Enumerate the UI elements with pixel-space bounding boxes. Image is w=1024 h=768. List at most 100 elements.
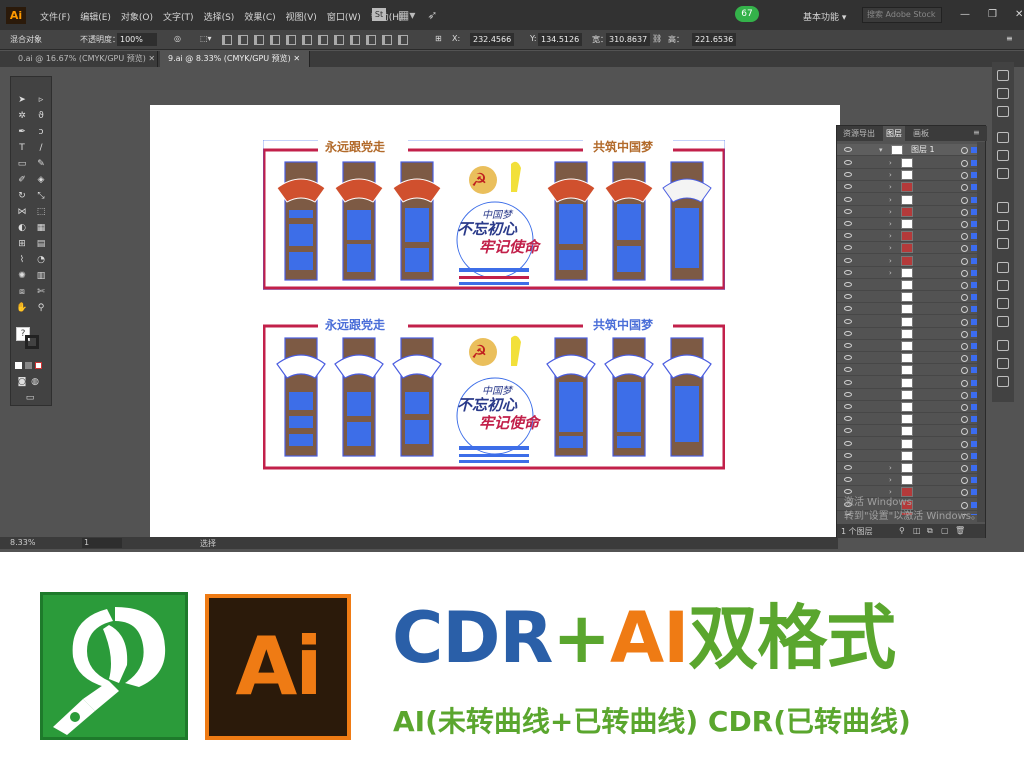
color-mode-icon[interactable] xyxy=(15,362,22,369)
eye-icon[interactable] xyxy=(844,428,852,434)
brushes-panel-icon[interactable] xyxy=(997,150,1009,161)
align-left-icon[interactable] xyxy=(222,35,232,45)
layer-row[interactable] xyxy=(837,352,985,365)
transform-panel-icon[interactable] xyxy=(997,340,1009,351)
rotate-tool-icon[interactable]: ↻ xyxy=(16,191,28,201)
layer-row[interactable] xyxy=(837,340,985,352)
screen-mode-icon[interactable]: ▭ xyxy=(24,393,36,403)
chevron-right-icon[interactable]: › xyxy=(889,206,892,218)
free-transform-tool-icon[interactable]: ⬚ xyxy=(35,207,47,217)
target-icon[interactable] xyxy=(961,306,968,314)
menu-file[interactable]: 文件(F) xyxy=(40,10,70,23)
distribute-bottom-icon[interactable] xyxy=(350,35,360,45)
eye-icon[interactable] xyxy=(844,318,852,324)
target-icon[interactable] xyxy=(961,282,968,289)
chevron-down-icon[interactable]: ▾ xyxy=(879,144,883,156)
h-field[interactable]: 221.6536 xyxy=(692,33,737,46)
layer-row[interactable] xyxy=(837,291,985,304)
magic-wand-tool-icon[interactable]: ✲ xyxy=(16,111,28,121)
lasso-tool-icon[interactable]: ϑ xyxy=(35,111,47,121)
chevron-right-icon[interactable]: › xyxy=(889,169,892,181)
blend-tool-icon[interactable]: ◔ xyxy=(35,255,47,265)
align-vcenter-icon[interactable] xyxy=(286,35,296,45)
layer-row[interactable] xyxy=(837,425,985,438)
eye-icon[interactable] xyxy=(844,489,852,495)
artboard-navigator[interactable]: 1 xyxy=(82,538,122,548)
opacity-field[interactable]: 100% xyxy=(117,33,157,46)
paintbrush-tool-icon[interactable]: ✎ xyxy=(35,159,47,169)
distribute-left-icon[interactable] xyxy=(366,35,376,45)
artboards-panel-icon[interactable] xyxy=(997,316,1009,327)
swatches-panel-icon[interactable] xyxy=(997,132,1009,143)
eye-icon[interactable] xyxy=(844,147,852,152)
layer-row[interactable]: › xyxy=(837,462,985,474)
gradient-tool-icon[interactable]: ▤ xyxy=(35,239,47,249)
eye-icon[interactable] xyxy=(844,221,852,226)
layer-row[interactable]: › xyxy=(837,255,985,267)
gradient-panel-icon[interactable] xyxy=(997,220,1009,231)
chevron-right-icon[interactable]: › xyxy=(889,181,892,193)
align-panel-icon[interactable] xyxy=(997,358,1009,369)
scale-tool-icon[interactable]: ⤡ xyxy=(35,191,47,201)
clipping-mask-icon[interactable]: ◫ xyxy=(913,526,921,535)
target-icon[interactable] xyxy=(961,477,968,485)
align-to-icon[interactable]: ⬚▾ xyxy=(200,34,212,43)
target-icon[interactable] xyxy=(961,196,968,204)
target-icon[interactable] xyxy=(961,233,968,241)
recolor-icon[interactable]: ◎ xyxy=(174,34,181,43)
graphic-styles-icon[interactable] xyxy=(997,280,1009,291)
new-sublayer-icon[interactable]: ⧉ xyxy=(927,526,933,536)
x-field[interactable]: 232.4566 xyxy=(470,33,515,46)
tab-asset-export[interactable]: 资源导出 xyxy=(843,128,875,139)
layer-row[interactable]: › xyxy=(837,181,985,194)
eye-icon[interactable] xyxy=(844,172,852,178)
tab-document-9[interactable]: 9.ai @ 8.33% (CMYK/GPU 预览) ✕ xyxy=(160,51,310,67)
slice-tool-icon[interactable]: ✄ xyxy=(35,287,47,297)
distribute-top-icon[interactable] xyxy=(318,35,328,45)
close-icon[interactable]: ✕ xyxy=(293,54,300,63)
color-panel-icon[interactable] xyxy=(997,70,1009,81)
eye-icon[interactable] xyxy=(844,294,852,300)
target-icon[interactable] xyxy=(961,147,968,154)
link-icon[interactable]: ⛓ xyxy=(652,34,662,43)
hand-tool-icon[interactable]: ✋ xyxy=(16,303,28,313)
eye-icon[interactable] xyxy=(844,391,852,397)
eye-icon[interactable] xyxy=(844,184,852,190)
artwork-row-2[interactable]: ☭ 永远跟党走 共筑中国梦 中国梦 不忘初心 牢记使命 xyxy=(263,318,725,472)
locate-object-icon[interactable]: ⚲ xyxy=(899,526,905,535)
eye-icon[interactable] xyxy=(844,233,852,239)
target-icon[interactable] xyxy=(961,184,968,192)
menu-type[interactable]: 文字(T) xyxy=(163,10,194,23)
layer-row[interactable] xyxy=(837,377,985,389)
target-icon[interactable] xyxy=(961,318,968,326)
align-hcenter-icon[interactable] xyxy=(238,35,248,45)
layer-row[interactable]: › xyxy=(837,169,985,182)
line-tool-icon[interactable]: / xyxy=(35,143,47,153)
eye-icon[interactable] xyxy=(844,452,852,458)
control-menu-icon[interactable]: ≡ xyxy=(1006,34,1013,43)
width-tool-icon[interactable]: ⋈ xyxy=(16,207,28,217)
artwork-row-1[interactable]: ☭ 永远跟党走 共筑中国梦 中国梦 不忘初心 牢记使命 xyxy=(263,140,725,290)
pathfinder-panel-icon[interactable] xyxy=(997,376,1009,387)
symbol-sprayer-tool-icon[interactable]: ✺ xyxy=(16,271,28,281)
transparency-panel-icon[interactable] xyxy=(997,238,1009,249)
eye-icon[interactable] xyxy=(844,343,852,348)
target-icon[interactable] xyxy=(961,404,968,411)
symbols-panel-icon[interactable] xyxy=(997,168,1009,179)
layer-row[interactable] xyxy=(837,279,985,291)
target-icon[interactable] xyxy=(961,367,968,375)
y-field[interactable]: 134.5126 xyxy=(538,33,583,46)
panel-menu-icon[interactable]: ≡ xyxy=(973,128,980,137)
menu-window[interactable]: 窗口(W) xyxy=(327,10,361,23)
close-icon[interactable]: ✕ xyxy=(1015,9,1023,20)
selection-tool-icon[interactable]: ➤ xyxy=(16,95,28,105)
chevron-right-icon[interactable]: › xyxy=(889,218,892,230)
eye-icon[interactable] xyxy=(844,477,852,483)
mesh-tool-icon[interactable]: ⊞ xyxy=(16,239,28,249)
gradient-mode-icon[interactable] xyxy=(25,362,32,369)
target-icon[interactable] xyxy=(961,257,968,265)
target-icon[interactable] xyxy=(961,294,968,302)
layer-row[interactable]: › xyxy=(837,267,985,279)
restore-icon[interactable]: ❐ xyxy=(988,9,997,20)
appearance-panel-icon[interactable] xyxy=(997,262,1009,273)
